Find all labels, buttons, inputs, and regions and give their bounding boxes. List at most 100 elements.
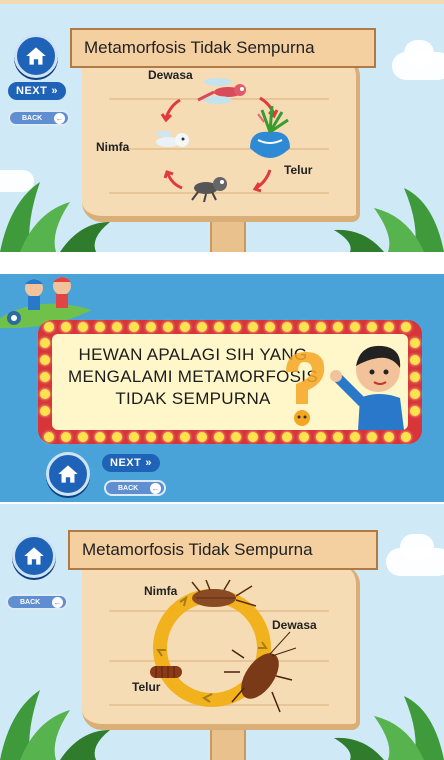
marquee-bulb bbox=[129, 322, 139, 332]
marquee-bulb bbox=[146, 432, 156, 442]
page-title-text: Metamorfosis Tidak Sempurna bbox=[84, 38, 315, 57]
grass-right-decoration bbox=[334, 188, 444, 252]
marquee-bulb bbox=[40, 389, 50, 399]
back-button-label: BACK bbox=[20, 598, 41, 606]
marquee-bulb bbox=[197, 432, 207, 442]
page-title: Metamorfosis Tidak Sempurna bbox=[70, 28, 376, 68]
slide-cockroach-cycle-panel: Metamorfosis Tidak Sempurna BACK ← Nimfa… bbox=[0, 504, 444, 760]
page-title-text: Metamorfosis Tidak Sempurna bbox=[82, 540, 313, 559]
insect-icon bbox=[191, 177, 227, 203]
marquee-bulb bbox=[40, 338, 50, 348]
marquee-bulb bbox=[112, 432, 122, 442]
marquee-bulb bbox=[410, 372, 420, 382]
home-button[interactable] bbox=[12, 534, 56, 578]
home-icon bbox=[58, 465, 78, 483]
marquee-bulb bbox=[112, 322, 122, 332]
home-button[interactable] bbox=[46, 452, 90, 496]
double-chevron-right-icon: » bbox=[145, 457, 152, 469]
marquee-bulb bbox=[282, 322, 292, 332]
marquee-bulb bbox=[384, 322, 394, 332]
back-button[interactable]: BACK ← bbox=[8, 110, 70, 126]
marquee-bulb bbox=[40, 406, 50, 416]
marquee-bulb bbox=[410, 338, 420, 348]
cycle-arrow bbox=[164, 98, 181, 119]
panel-top-border bbox=[0, 0, 444, 4]
marquee-bulb bbox=[163, 432, 173, 442]
marquee-bulb bbox=[163, 322, 173, 332]
egg-capsule-icon bbox=[150, 666, 182, 678]
marquee-bulb bbox=[401, 432, 411, 442]
stage-label-adult: Dewasa bbox=[272, 618, 317, 632]
marquee-bulb bbox=[316, 322, 326, 332]
marquee-bulb bbox=[78, 432, 88, 442]
quiz-question-panel: HEWAN APALAGI SIH YANG MENGALAMI METAMOR… bbox=[0, 274, 444, 502]
marquee-bulb bbox=[265, 432, 275, 442]
back-button[interactable]: BACK ← bbox=[6, 594, 68, 610]
pointing-boy-illustration bbox=[330, 345, 404, 430]
marquee-bulb bbox=[410, 406, 420, 416]
marquee-bulb bbox=[146, 322, 156, 332]
grass-left-decoration bbox=[0, 182, 110, 252]
question-mark-icon bbox=[286, 352, 325, 426]
grass-left-decoration bbox=[0, 690, 110, 760]
home-icon bbox=[24, 547, 44, 565]
back-button[interactable]: BACK ← bbox=[104, 480, 166, 496]
marquee-bulb bbox=[299, 322, 309, 332]
nymph-icon bbox=[156, 131, 189, 147]
stage-label-nymph: Nimfa bbox=[96, 140, 130, 154]
marquee-bulb bbox=[78, 322, 88, 332]
arrow-left-icon: ← bbox=[54, 113, 65, 124]
marquee-bulb bbox=[410, 389, 420, 399]
marquee-bulb bbox=[299, 432, 309, 442]
marquee-bulb bbox=[61, 322, 71, 332]
arrow-left-icon: ← bbox=[52, 597, 63, 608]
quiz-card: HEWAN APALAGI SIH YANG MENGALAMI METAMOR… bbox=[52, 334, 408, 430]
stage-label-egg: Telur bbox=[284, 163, 313, 177]
marquee-bulb bbox=[40, 355, 50, 365]
cloud bbox=[400, 534, 434, 560]
marquee-bulb bbox=[367, 432, 377, 442]
marquee-bulb bbox=[44, 322, 54, 332]
marquee-bulb bbox=[410, 355, 420, 365]
grass-right-decoration bbox=[334, 696, 444, 760]
marquee-bulb bbox=[282, 432, 292, 442]
marquee-bulb bbox=[214, 322, 224, 332]
next-button[interactable]: NEXT » bbox=[8, 82, 66, 100]
marquee-bulb bbox=[231, 322, 241, 332]
marquee-bulb bbox=[231, 432, 241, 442]
marquee-bulb bbox=[265, 322, 275, 332]
marquee-bulb bbox=[180, 432, 190, 442]
back-button-label: BACK bbox=[118, 484, 139, 492]
marquee-bulb bbox=[95, 322, 105, 332]
quiz-marquee-frame: HEWAN APALAGI SIH YANG MENGALAMI METAMOR… bbox=[38, 320, 422, 444]
next-button-label: NEXT bbox=[16, 85, 48, 97]
marquee-bulb bbox=[333, 322, 343, 332]
slide-metamorfosis-panel: Metamorfosis Tidak Sempurna NEXT » BACK … bbox=[0, 0, 444, 252]
egg-plant-icon bbox=[250, 105, 290, 158]
dragonfly-icon bbox=[197, 78, 246, 104]
marquee-bulb bbox=[61, 432, 71, 442]
marquee-bulb bbox=[384, 432, 394, 442]
marquee-bulb bbox=[248, 322, 258, 332]
marquee-bulb bbox=[40, 372, 50, 382]
marquee-bulb bbox=[214, 432, 224, 442]
marquee-bulb bbox=[197, 322, 207, 332]
marquee-bulb bbox=[350, 322, 360, 332]
marquee-bulb bbox=[180, 322, 190, 332]
page-title: Metamorfosis Tidak Sempurna bbox=[68, 530, 378, 570]
home-button[interactable] bbox=[14, 34, 58, 78]
marquee-bulb bbox=[95, 432, 105, 442]
marquee-bulb bbox=[248, 432, 258, 442]
arrow-left-icon: ← bbox=[150, 483, 161, 494]
stage-label-adult: Dewasa bbox=[148, 68, 193, 82]
marquee-bulb bbox=[401, 322, 411, 332]
marquee-bulb bbox=[367, 322, 377, 332]
nymph-cockroach-icon bbox=[191, 579, 257, 607]
cloud bbox=[404, 40, 434, 66]
marquee-bulb bbox=[129, 432, 139, 442]
metamorphosis-cycle-illustration bbox=[156, 78, 290, 203]
next-button[interactable]: NEXT » bbox=[102, 454, 160, 472]
next-button-label: NEXT bbox=[110, 457, 142, 469]
marquee-bulb bbox=[44, 432, 54, 442]
stage-label-nymph: Nimfa bbox=[144, 584, 178, 598]
